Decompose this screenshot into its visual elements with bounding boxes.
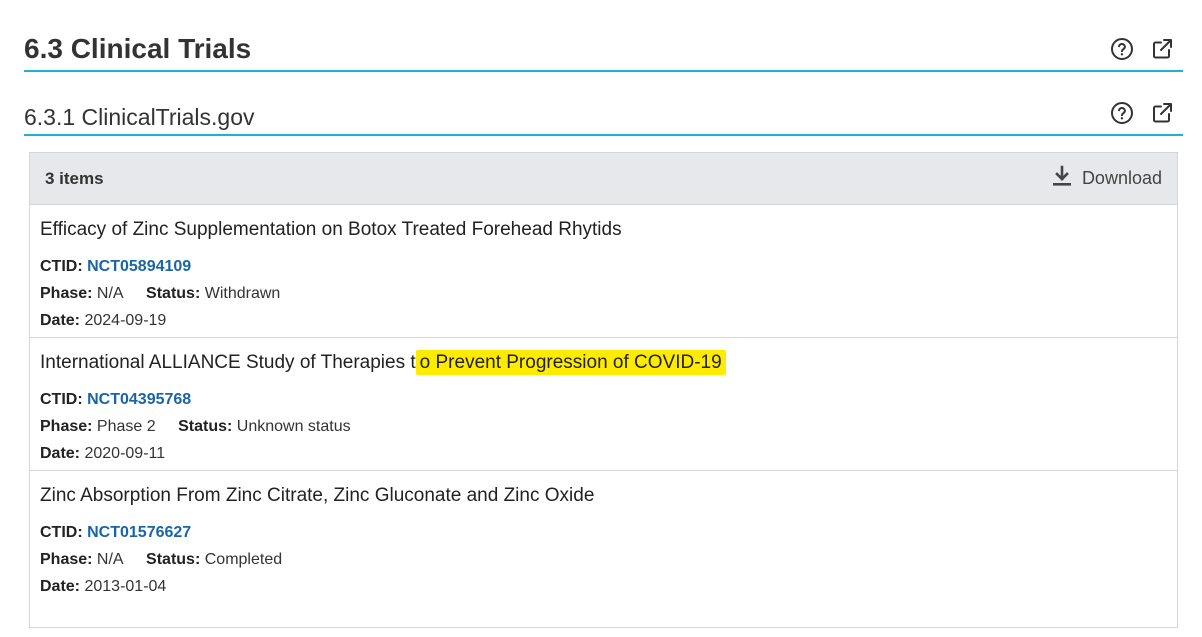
status-label: Status: [146,285,201,302]
help-circle-icon[interactable] [1109,36,1135,62]
trial-item: Zinc Absorption From Zinc Citrate, Zinc … [30,471,1177,604]
trial-title: Zinc Absorption From Zinc Citrate, Zinc … [40,485,595,506]
status-value: Completed [204,551,283,568]
trial-date-row: Date: 2013-01-04 [40,573,1167,600]
status-value: Withdrawn [204,285,281,302]
ctid-label: CTID: [40,258,83,275]
status-label: Status: [178,418,233,435]
date-value: 2024-09-19 [84,312,167,329]
trial-item: International ALLIANCE Study of Therapie… [30,338,1177,471]
trial-phase-status-row: Phase: N/A Status: Withdrawn [40,280,1167,307]
trial-phase-status-row: Phase: Phase 2 Status: Unknown status [40,413,1167,440]
date-value: 2013-01-04 [84,578,167,595]
trial-item: Efficacy of Zinc Supplementation on Boto… [30,205,1177,338]
trial-phase-status-row: Phase: N/A Status: Completed [40,546,1167,573]
subsection-header-actions [1109,100,1175,134]
trial-title: International ALLIANCE Study of Therapie… [40,350,1167,376]
trials-panel: 3 items Download Efficacy of Zinc Supple… [29,152,1178,628]
status-label: Status: [146,551,201,568]
ctid-link[interactable]: NCT05894109 [87,258,191,275]
section-header-clinical-trials: 6.3 Clinical Trials [24,22,1183,72]
ctid-label: CTID: [40,391,83,408]
download-icon [1052,165,1072,192]
trial-title: Efficacy of Zinc Supplementation on Boto… [40,219,622,240]
phase-value: Phase 2 [96,418,156,435]
trial-date-row: Date: 2020-09-11 [40,440,1167,467]
external-link-icon[interactable] [1149,100,1175,126]
trial-ctid-row: CTID: NCT01576627 [40,519,1167,546]
trial-date-row: Date: 2024-09-19 [40,307,1167,334]
help-circle-icon[interactable] [1109,100,1135,126]
phase-label: Phase: [40,551,93,568]
section-header-actions [1109,36,1175,70]
download-label: Download [1081,168,1162,188]
trial-ctid-row: CTID: NCT05894109 [40,253,1167,280]
download-button[interactable]: Download [1052,165,1162,192]
trial-ctid-row: CTID: NCT04395768 [40,386,1167,413]
subsection-title: 6.3.1 ClinicalTrials.gov [24,104,255,130]
section-title: 6.3 Clinical Trials [24,33,252,64]
ctid-label: CTID: [40,524,83,541]
section-header-clinicaltrials-gov: 6.3.1 ClinicalTrials.gov [24,96,1183,136]
phase-value: N/A [96,285,124,302]
date-label: Date: [40,312,81,329]
phase-label: Phase: [40,418,93,435]
external-link-icon[interactable] [1149,36,1175,62]
page: 6.3 Clinical Trials 6.3.1 ClinicalTrials… [0,0,1202,637]
highlighted-text: o Prevent Progression of COVID-19 [415,350,726,375]
date-label: Date: [40,445,81,462]
ctid-link[interactable]: NCT04395768 [87,391,191,408]
panel-toolbar: 3 items Download [30,153,1177,205]
date-label: Date: [40,578,81,595]
item-count: 3 items [45,168,104,188]
ctid-link[interactable]: NCT01576627 [87,524,191,541]
status-value: Unknown status [236,418,351,435]
date-value: 2020-09-11 [84,445,166,462]
phase-label: Phase: [40,285,93,302]
trial-title-text: International ALLIANCE Study of Therapie… [40,352,416,373]
phase-value: N/A [96,551,124,568]
